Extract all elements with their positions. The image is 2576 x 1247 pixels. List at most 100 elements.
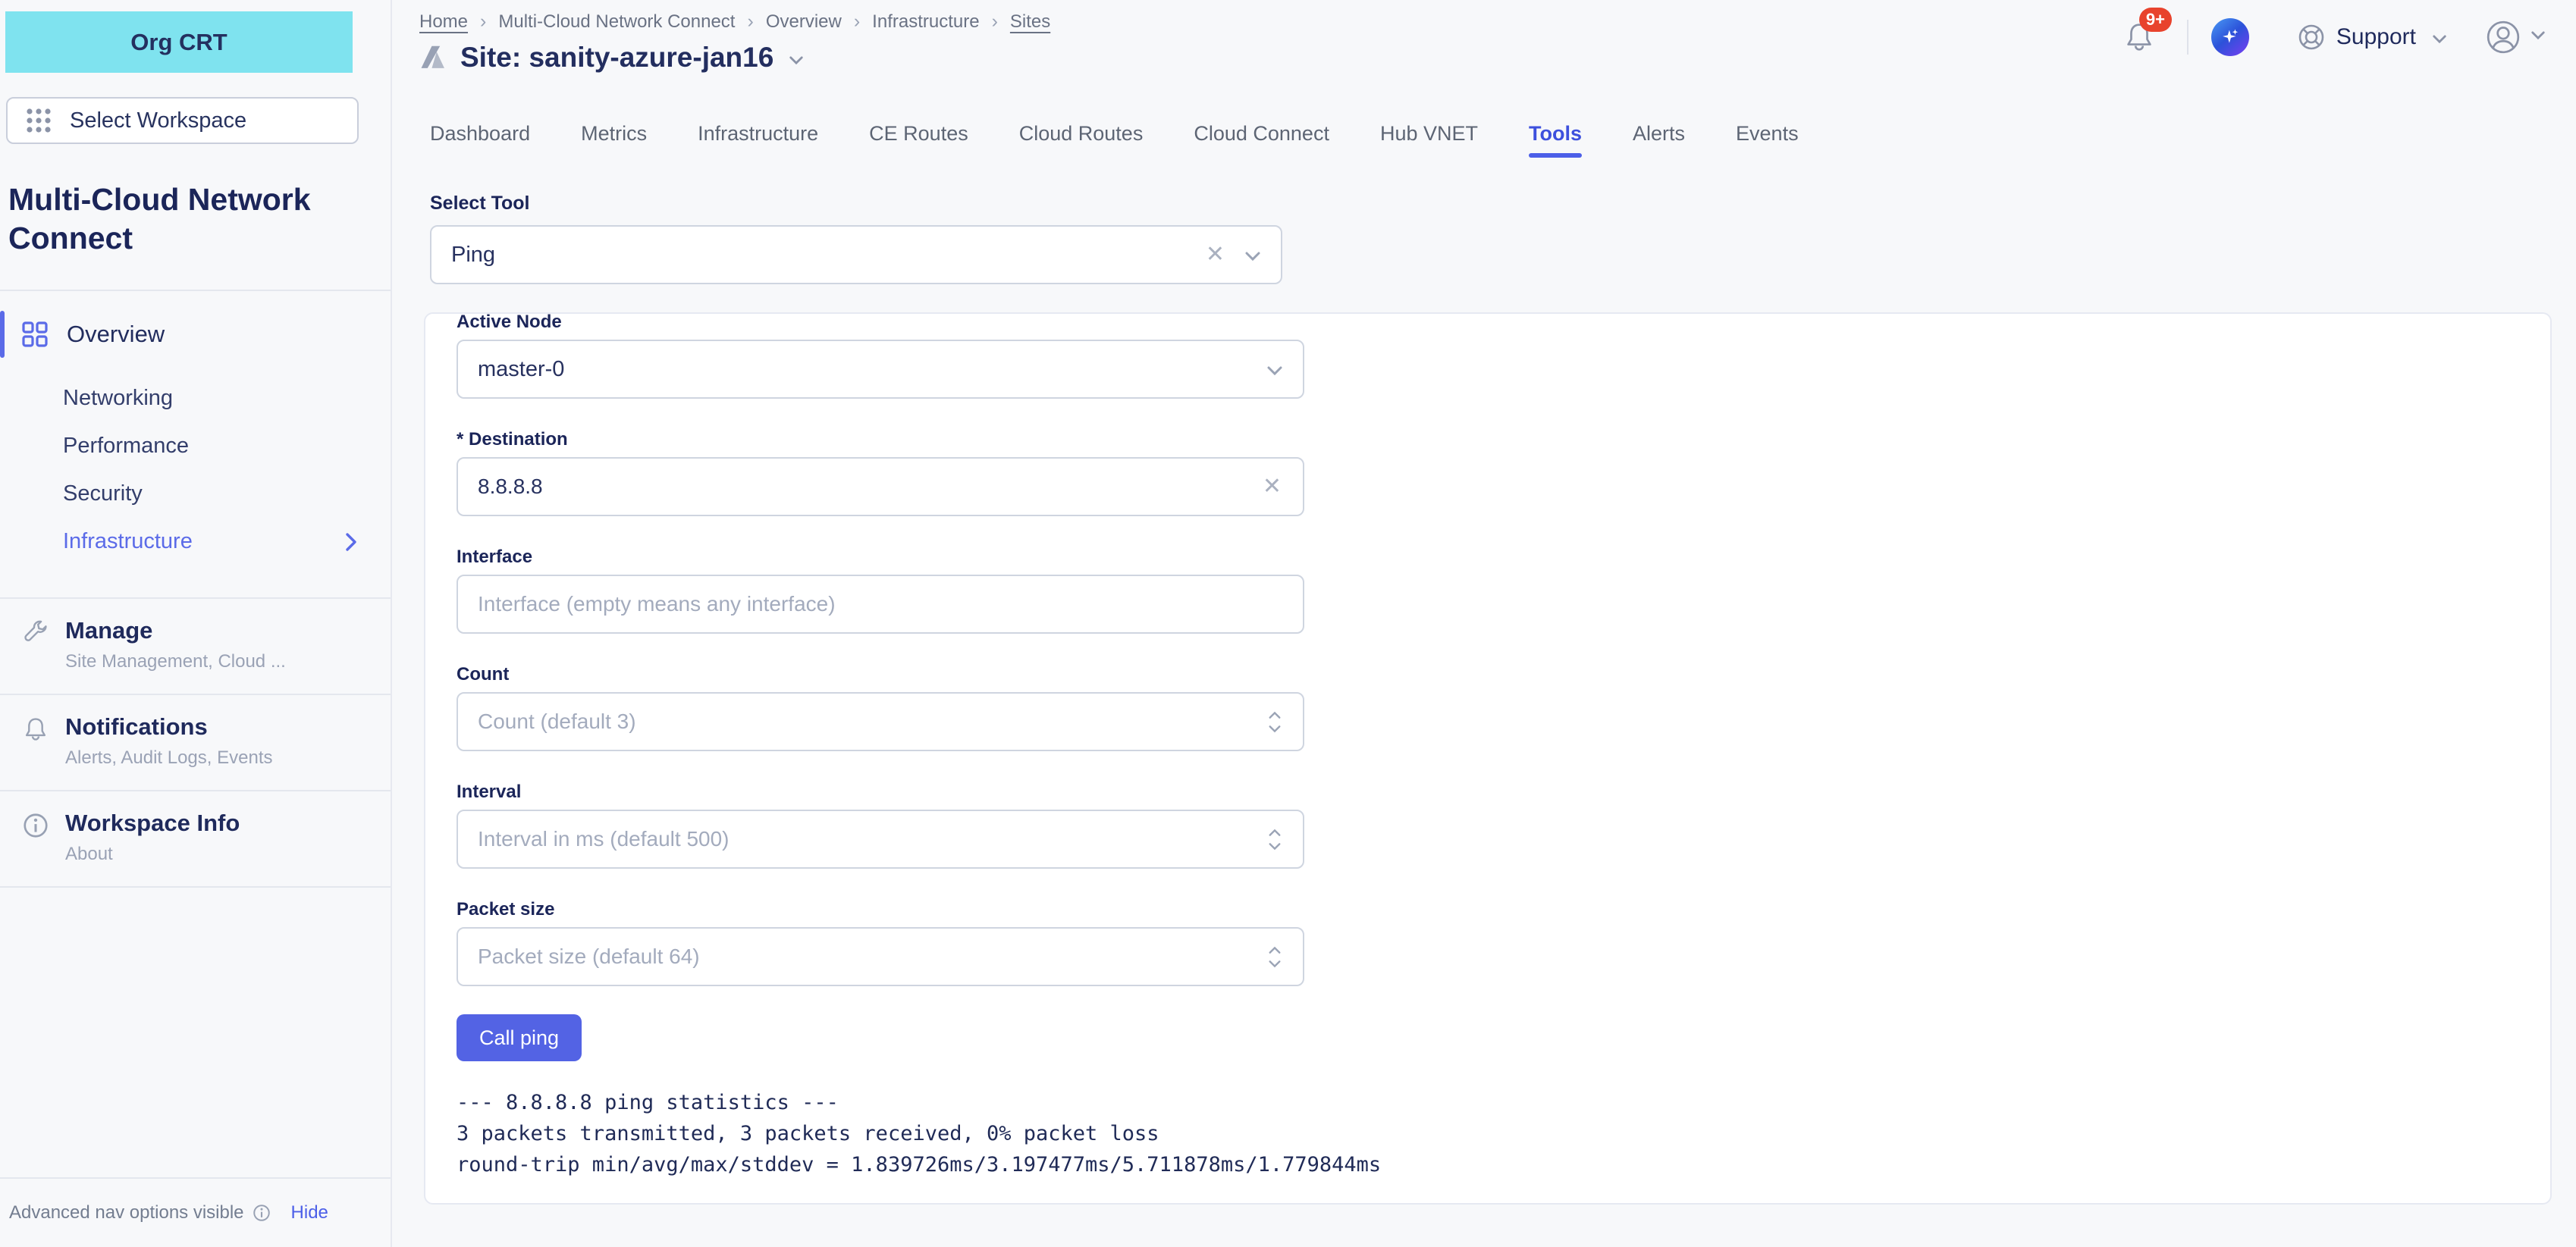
clear-icon[interactable]: ✕ [1263, 475, 1282, 498]
manage-subtitle: Site Management, Cloud ... [65, 651, 286, 672]
support-label: Support [2336, 24, 2416, 50]
number-stepper[interactable] [1268, 711, 1282, 733]
workspace-info-subtitle: About [65, 844, 240, 865]
stepper-up-icon [1268, 829, 1282, 837]
chevron-down-icon [789, 55, 804, 65]
tab-infrastructure[interactable]: Infrastructure [698, 122, 818, 158]
sidebar-item-performance[interactable]: Performance [0, 422, 391, 470]
org-banner[interactable]: Org CRT [5, 11, 353, 73]
number-stepper[interactable] [1268, 829, 1282, 851]
sidebar-item-security[interactable]: Security [0, 470, 391, 518]
tool-select-value: Ping [451, 243, 1206, 268]
sidebar: Org CRT Select Workspace Multi-Cloud Net… [0, 0, 392, 1247]
notification-badge: 9+ [2139, 8, 2172, 32]
breadcrumb-separator: › [854, 11, 860, 33]
notifications-label: Notifications [65, 713, 272, 741]
destination-label: * Destination [457, 429, 2550, 450]
tab-dashboard[interactable]: Dashboard [430, 122, 530, 158]
sidebar-subnav: Networking Performance Security Infrastr… [0, 374, 391, 566]
tab-hub-vnet[interactable]: Hub VNET [1380, 122, 1478, 158]
tab-events[interactable]: Events [1736, 122, 1799, 158]
workspace-info-label: Workspace Info [65, 810, 240, 837]
tab-alerts[interactable]: Alerts [1633, 122, 1685, 158]
ping-output-line: --- 8.8.8.8 ping statistics --- [457, 1087, 2550, 1118]
sidebar-item-overview[interactable]: Overview [0, 311, 391, 358]
app-root: Org CRT Select Workspace Multi-Cloud Net… [0, 0, 2576, 1247]
tab-cloud-connect[interactable]: Cloud Connect [1194, 122, 1329, 158]
tab-cloud-routes[interactable]: Cloud Routes [1019, 122, 1144, 158]
chevron-down-icon [2432, 34, 2447, 44]
notifications-subtitle: Alerts, Audit Logs, Events [65, 747, 272, 769]
stepper-down-icon [1268, 725, 1282, 733]
ping-output-line: round-trip min/avg/max/stddev = 1.839726… [457, 1149, 2550, 1180]
sparkle-icon [2220, 27, 2241, 48]
stepper-down-icon [1268, 960, 1282, 968]
active-node-value: master-0 [478, 357, 1266, 382]
avatar-icon [2485, 19, 2521, 55]
tab-metrics[interactable]: Metrics [581, 122, 647, 158]
header-icons: 9+ Support [2122, 18, 2546, 56]
breadcrumb-home[interactable]: Home [419, 11, 468, 33]
notifications-button[interactable]: 9+ [2122, 20, 2157, 55]
overview-grid-icon [21, 321, 49, 348]
breadcrumb-infrastructure[interactable]: Infrastructure [872, 11, 979, 33]
sidebar-item-workspace-info[interactable]: Workspace Info About [0, 790, 391, 888]
chevron-down-icon [2531, 30, 2546, 44]
life-ring-icon [2296, 22, 2327, 52]
azure-icon [419, 45, 448, 70]
active-nav-accent [0, 311, 5, 358]
sidebar-divider [0, 290, 391, 291]
breadcrumb-mcn-connect[interactable]: Multi-Cloud Network Connect [498, 11, 735, 33]
number-stepper[interactable] [1268, 946, 1282, 968]
chevron-down-icon[interactable] [1266, 365, 1283, 376]
tab-ce-routes[interactable]: CE Routes [869, 122, 968, 158]
packet-size-input[interactable] [478, 945, 1268, 969]
ping-output: --- 8.8.8.8 ping statistics --- 3 packet… [457, 1087, 2550, 1180]
breadcrumb-separator: › [747, 11, 753, 33]
info-icon [252, 1203, 271, 1223]
chevron-right-icon [345, 532, 357, 552]
breadcrumb-separator: › [480, 11, 486, 33]
overview-label: Overview [67, 321, 165, 348]
call-ping-button[interactable]: Call ping [457, 1014, 582, 1061]
destination-input[interactable] [478, 475, 1263, 499]
sidebar-item-networking[interactable]: Networking [0, 374, 391, 422]
count-input[interactable] [478, 710, 1268, 734]
interval-input[interactable] [478, 827, 1268, 851]
bell-icon [21, 715, 50, 744]
tab-tools[interactable]: Tools [1529, 122, 1582, 158]
clear-icon[interactable]: ✕ [1206, 243, 1225, 266]
breadcrumb-overview[interactable]: Overview [766, 11, 842, 33]
ping-tool-card: Active Node master-0 * Destination ✕ Int… [424, 312, 2552, 1205]
interval-label: Interval [457, 782, 2550, 803]
interface-input[interactable] [478, 592, 1283, 616]
sidebar-item-infrastructure[interactable]: Infrastructure [0, 518, 391, 566]
infrastructure-label: Infrastructure [63, 529, 193, 554]
user-menu[interactable] [2485, 19, 2546, 55]
info-icon [21, 811, 50, 840]
select-workspace-label: Select Workspace [70, 108, 246, 133]
sidebar-item-manage[interactable]: Manage Site Management, Cloud ... [0, 597, 391, 694]
support-menu[interactable]: Support [2296, 22, 2447, 52]
destination-field-wrap: ✕ [457, 457, 1304, 516]
grid-dots-icon [24, 106, 53, 135]
page-title: Site: sanity-azure-jan16 [460, 42, 773, 74]
chevron-down-icon[interactable] [1244, 251, 1261, 262]
performance-label: Performance [63, 434, 189, 459]
select-workspace-button[interactable]: Select Workspace [6, 97, 359, 144]
count-field-wrap [457, 692, 1304, 751]
sidebar-sections: Manage Site Management, Cloud ... Notifi… [0, 597, 391, 888]
wrench-icon [21, 619, 50, 647]
advanced-nav-text: Advanced nav options visible [9, 1202, 244, 1224]
ping-output-line: 3 packets transmitted, 3 packets receive… [457, 1118, 2550, 1149]
sidebar-item-notifications[interactable]: Notifications Alerts, Audit Logs, Events [0, 694, 391, 790]
ai-assistant-button[interactable] [2211, 18, 2249, 56]
active-node-select[interactable]: master-0 [457, 340, 1304, 399]
stepper-up-icon [1268, 946, 1282, 954]
hide-nav-link[interactable]: Hide [291, 1202, 328, 1224]
packet-size-field-wrap [457, 927, 1304, 986]
site-tabs: Dashboard Metrics Infrastructure CE Rout… [430, 122, 2576, 158]
tool-select[interactable]: Ping ✕ [430, 225, 1282, 284]
select-tool-label: Select Tool [430, 193, 2576, 215]
breadcrumb-sites[interactable]: Sites [1010, 11, 1050, 33]
